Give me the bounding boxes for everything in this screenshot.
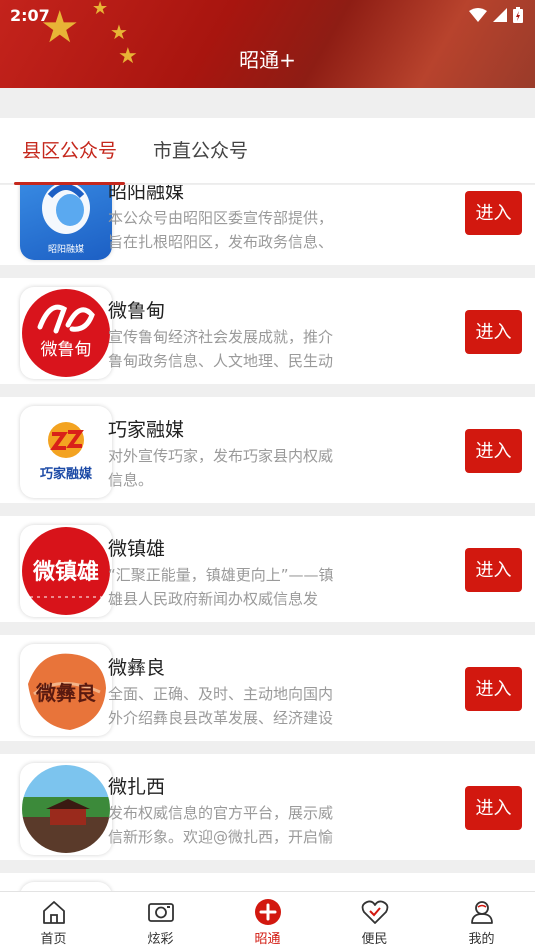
weiludian-logo-icon: 微鲁甸 <box>22 289 110 377</box>
account-name: 昭阳融媒 <box>108 185 185 203</box>
account-desc: 全面、正确、及时、主动地向国内外介绍彝良县改革发展、经济建设 <box>108 685 334 727</box>
account-logo: 微彝良 <box>20 644 112 736</box>
account-logo-text: 微彝良 <box>35 681 96 705</box>
account-desc: 对外宣传巧家，发布巧家县内权威信息。 <box>108 447 334 489</box>
weizhaxi-logo-icon <box>22 765 110 853</box>
battery-icon <box>513 7 523 23</box>
qiaojia-logo-icon: 巧家融媒 <box>40 422 93 482</box>
account-name: 巧家融媒 <box>108 419 185 441</box>
account-logo: 昭阳融媒 <box>20 185 112 260</box>
weizhenxiong-logo-icon: 微镇雄 <box>22 527 110 615</box>
nav-label: 我的 <box>468 932 495 947</box>
weiyiliang-logo-icon: 微彝良 <box>28 653 106 730</box>
account-desc: 宣传鲁甸经济社会发展成就，推介鲁甸政务信息、人文地理、民生动 <box>108 328 334 370</box>
header-banner: ★ ★ ★ ★ 2:07 昭通+ <box>0 0 535 88</box>
tab-county-accounts[interactable]: 县区公众号 <box>14 118 126 185</box>
list-item: 微鲁甸 微鲁甸 宣传鲁甸经济社会发展成就，推介鲁甸政务信息、人文地理、民生动 进… <box>0 278 535 384</box>
account-name: 微镇雄 <box>108 538 166 560</box>
enter-button[interactable]: 进入 <box>465 548 522 592</box>
nav-label: 昭通 <box>254 932 281 947</box>
account-logo-text: 微鲁甸 <box>41 340 92 360</box>
nav-zhaotong[interactable]: 昭通 <box>214 892 321 951</box>
enter-button[interactable]: 进入 <box>465 786 522 830</box>
account-logo-text: 微镇雄 <box>32 559 99 585</box>
account-logo-text: 巧家融媒 <box>40 466 93 482</box>
nav-services[interactable]: 便民 <box>321 892 428 951</box>
status-bar: 2:07 <box>10 4 523 26</box>
page-title: 昭通+ <box>239 48 296 72</box>
tab-bar: 县区公众号 市直公众号 <box>0 118 535 185</box>
enter-button[interactable]: 进入 <box>465 191 522 235</box>
list-item: 微扎西 发布权威信息的官方平台，展示威信新形象。欢迎@微扎西，开启愉 进入 <box>0 754 535 860</box>
list-item: 昭阳融媒 昭阳融媒 本公众号由昭阳区委宣传部提供，旨在扎根昭阳区，发布政务信息、… <box>0 185 535 265</box>
enter-button[interactable]: 进入 <box>465 667 522 711</box>
app-root: ★ ★ ★ ★ 2:07 昭通+ 县区公众号 市直公众号 昭阳融媒 昭阳融媒 本… <box>0 0 535 951</box>
bottom-nav: 首页 炫彩 昭通 便民 我的 <box>0 891 535 951</box>
list-item: 微彝良 微彝良 全面、正确、及时、主动地向国内外介绍彝良县改革发展、经济建设 进… <box>0 635 535 741</box>
account-name: 微彝良 <box>108 657 166 679</box>
account-logo-text: 昭阳融媒 <box>48 244 84 255</box>
enter-button[interactable]: 进入 <box>465 429 522 473</box>
account-desc: “汇聚正能量，镇雄更向上”——镇雄县人民政府新闻办权威信息发 <box>108 566 334 608</box>
list-item <box>0 873 535 891</box>
enter-button[interactable]: 进入 <box>465 310 522 354</box>
account-desc: 发布权威信息的官方平台，展示威信新形象。欢迎@微扎西，开启愉 <box>108 804 334 846</box>
user-icon <box>468 898 496 926</box>
camera-icon <box>147 898 175 926</box>
plus-circle-icon <box>254 898 282 926</box>
wifi-icon <box>469 8 487 22</box>
account-logo: 巧家融媒 <box>20 406 112 498</box>
account-logo <box>20 882 112 891</box>
account-name: 微鲁甸 <box>108 300 166 322</box>
tab-city-accounts[interactable]: 市直公众号 <box>145 118 256 184</box>
account-desc: 本公众号由昭阳区委宣传部提供，旨在扎根昭阳区，发布政务信息、 <box>108 209 334 251</box>
signal-icon <box>493 8 507 22</box>
status-icons <box>469 7 523 23</box>
heart-check-icon <box>361 898 389 926</box>
account-logo: 微鲁甸 <box>20 287 112 379</box>
list-item: 微镇雄 微镇雄 “汇聚正能量，镇雄更向上”——镇雄县人民政府新闻办权威信息发 进… <box>0 516 535 622</box>
nav-label: 便民 <box>361 932 388 947</box>
account-logo: 微镇雄 <box>20 525 112 617</box>
account-list[interactable]: 昭阳融媒 昭阳融媒 本公众号由昭阳区委宣传部提供，旨在扎根昭阳区，发布政务信息、… <box>0 185 535 891</box>
zhaoyang-logo-icon: 昭阳融媒 <box>42 185 90 255</box>
home-icon <box>40 898 68 926</box>
nav-label: 首页 <box>40 932 67 947</box>
nav-profile[interactable]: 我的 <box>428 892 535 951</box>
list-item: 巧家融媒 巧家融媒 对外宣传巧家，发布巧家县内权威信息。 进入 <box>0 397 535 503</box>
account-name: 微扎西 <box>108 776 166 798</box>
nav-home[interactable]: 首页 <box>0 892 107 951</box>
nav-gallery[interactable]: 炫彩 <box>107 892 214 951</box>
status-time: 2:07 <box>10 5 50 25</box>
account-logo <box>20 763 112 855</box>
nav-label: 炫彩 <box>147 932 174 947</box>
